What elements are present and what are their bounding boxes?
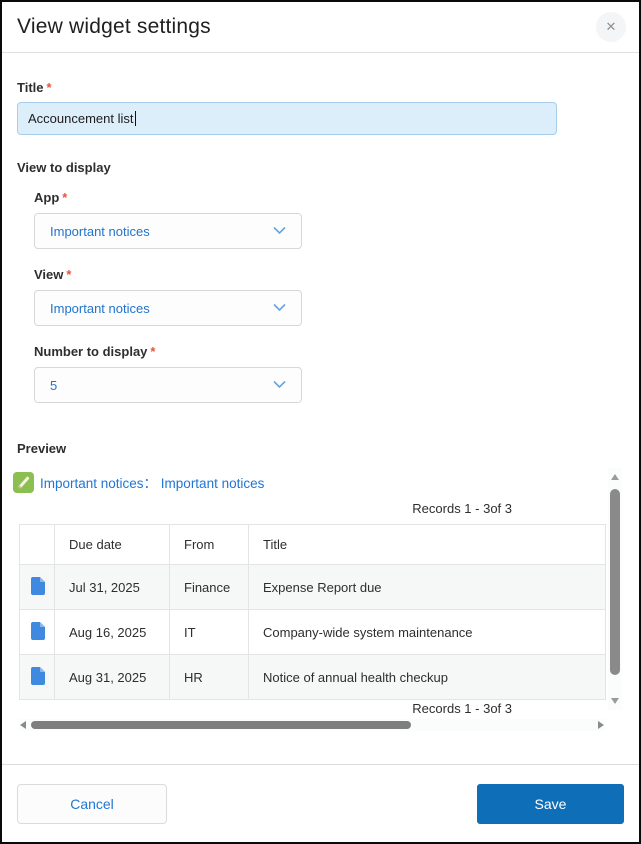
required-marker: * bbox=[47, 80, 52, 95]
cell-from: Finance bbox=[170, 565, 249, 610]
scroll-left-arrow-icon[interactable] bbox=[20, 721, 26, 729]
cell-title: Expense Report due bbox=[249, 565, 606, 610]
dialog-body: Title* Accouncement list View to display… bbox=[2, 80, 639, 730]
app-dropdown-value: Important notices bbox=[50, 224, 150, 239]
table-row[interactable]: Aug 16, 2025 IT Company-wide system main… bbox=[20, 610, 606, 655]
number-dropdown-value: 5 bbox=[50, 378, 57, 393]
preview-app-view-link[interactable]: Important notices： Important notices bbox=[40, 472, 264, 492]
vertical-scrollbar-thumb[interactable] bbox=[610, 489, 620, 675]
app-pencil-icon bbox=[13, 472, 34, 493]
view-label-text: View bbox=[34, 267, 63, 282]
horizontal-scrollbar-thumb[interactable] bbox=[31, 721, 411, 729]
preview-label: Preview bbox=[17, 441, 624, 456]
view-to-display-group: App* Important notices View* Important n… bbox=[34, 190, 624, 403]
view-field-label: View* bbox=[34, 267, 624, 282]
cell-title: Notice of annual health checkup bbox=[249, 655, 606, 700]
view-dropdown[interactable]: Important notices bbox=[34, 290, 302, 326]
record-file-icon[interactable] bbox=[20, 655, 55, 700]
app-label-text: App bbox=[34, 190, 59, 205]
header-icon-column bbox=[20, 525, 55, 565]
dialog-footer: Cancel Save bbox=[2, 764, 639, 842]
dialog-header: View widget settings ✕ bbox=[2, 2, 639, 53]
cell-due-date: Jul 31, 2025 bbox=[55, 565, 170, 610]
table-row[interactable]: Jul 31, 2025 Finance Expense Report due bbox=[20, 565, 606, 610]
table-header-row: Due date From Title bbox=[20, 525, 606, 565]
preview-widget: Important notices： Important notices Rec… bbox=[13, 465, 623, 730]
title-input[interactable]: Accouncement list bbox=[17, 102, 557, 135]
view-to-display-label: View to display bbox=[17, 160, 624, 175]
close-button[interactable]: ✕ bbox=[596, 12, 626, 42]
app-dropdown[interactable]: Important notices bbox=[34, 213, 302, 249]
preview-table: Due date From Title Jul 31, 2025 Finance… bbox=[19, 524, 606, 700]
record-file-icon[interactable] bbox=[20, 565, 55, 610]
title-label-text: Title bbox=[17, 80, 44, 95]
close-icon: ✕ bbox=[606, 19, 617, 35]
record-file-icon[interactable] bbox=[20, 610, 55, 655]
records-summary-bottom: Records 1 - 3of 3 bbox=[13, 701, 512, 719]
number-label-text: Number to display bbox=[34, 344, 147, 359]
app-field-label: App* bbox=[34, 190, 624, 205]
cell-due-date: Aug 16, 2025 bbox=[55, 610, 170, 655]
chevron-down-icon bbox=[273, 299, 286, 317]
header-due-date: Due date bbox=[55, 525, 170, 565]
number-to-display-dropdown[interactable]: 5 bbox=[34, 367, 302, 403]
vertical-scrollbar[interactable] bbox=[608, 468, 622, 710]
records-summary-top: Records 1 - 3of 3 bbox=[13, 501, 512, 519]
number-to-display-label: Number to display* bbox=[34, 344, 624, 359]
text-caret bbox=[135, 111, 136, 126]
required-marker: * bbox=[66, 267, 71, 282]
scroll-up-arrow-icon[interactable] bbox=[611, 474, 619, 480]
cell-from: HR bbox=[170, 655, 249, 700]
required-marker: * bbox=[62, 190, 67, 205]
horizontal-scrollbar[interactable] bbox=[19, 719, 605, 731]
cancel-button[interactable]: Cancel bbox=[17, 784, 167, 824]
header-from: From bbox=[170, 525, 249, 565]
chevron-down-icon bbox=[273, 222, 286, 240]
dialog-title: View widget settings bbox=[17, 15, 211, 39]
title-input-value: Accouncement list bbox=[28, 111, 134, 126]
scroll-right-arrow-icon[interactable] bbox=[598, 721, 604, 729]
title-field-label: Title* bbox=[17, 80, 624, 95]
cell-due-date: Aug 31, 2025 bbox=[55, 655, 170, 700]
save-button[interactable]: Save bbox=[477, 784, 624, 824]
view-widget-settings-dialog: View widget settings ✕ Title* Accounceme… bbox=[0, 0, 641, 844]
required-marker: * bbox=[150, 344, 155, 359]
scroll-down-arrow-icon[interactable] bbox=[611, 698, 619, 704]
table-row[interactable]: Aug 31, 2025 HR Notice of annual health … bbox=[20, 655, 606, 700]
cell-title: Company-wide system maintenance bbox=[249, 610, 606, 655]
header-title: Title bbox=[249, 525, 606, 565]
cell-from: IT bbox=[170, 610, 249, 655]
preview-widget-header: Important notices： Important notices bbox=[13, 465, 623, 493]
chevron-down-icon bbox=[273, 376, 286, 394]
view-dropdown-value: Important notices bbox=[50, 301, 150, 316]
